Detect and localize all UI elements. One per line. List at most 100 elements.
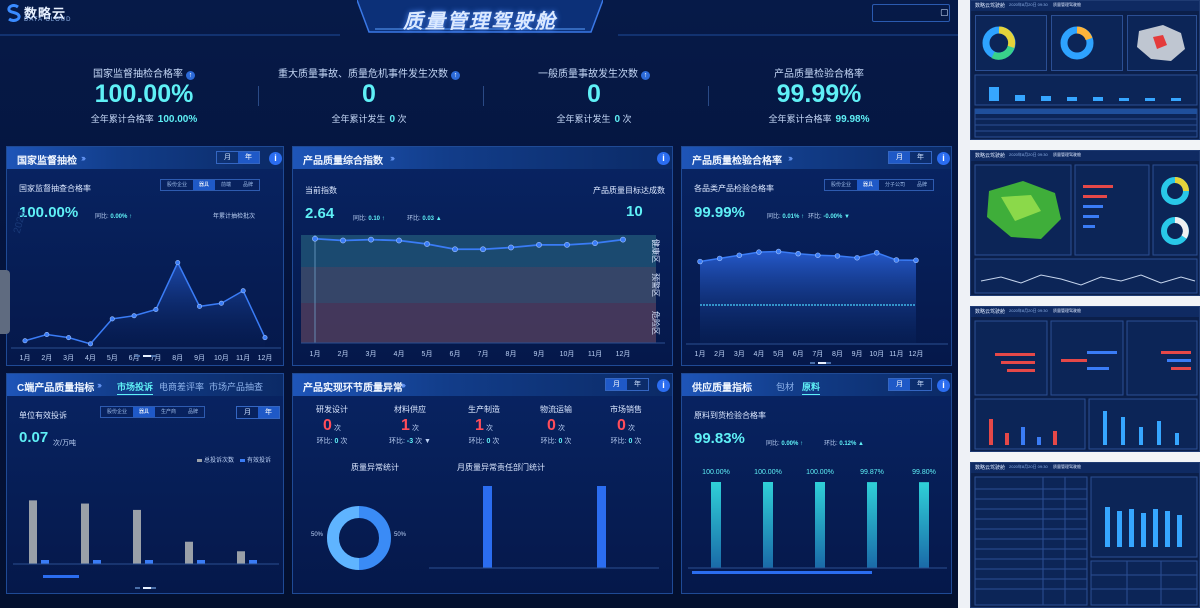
info-icon[interactable]: i (657, 152, 670, 165)
info-icon[interactable]: i (269, 152, 282, 165)
bar-value-label: 100.00% (806, 469, 834, 476)
segment-filter[interactable]: 股份企业 器具 生产商 品牌 (100, 406, 206, 418)
segment-filter[interactable]: 股份企业 器具 前端 品牌 (160, 179, 261, 191)
dept-value: 1次 (401, 417, 419, 434)
x-tick-label: 7月 (478, 350, 489, 358)
data-point (87, 341, 93, 347)
kpi-1-value: 100.00% (94, 80, 194, 108)
kpi-3-value: 0 (587, 80, 601, 108)
segment-item[interactable]: 品牌 (237, 180, 259, 190)
page-title: 质量管理驾驶舱 (403, 11, 557, 33)
data-point (592, 240, 598, 247)
x-tick-label: 8月 (506, 350, 517, 358)
tab-raw-material[interactable]: 原料 (802, 380, 821, 395)
toggle-year[interactable]: 年 (258, 407, 279, 418)
bar-valid (249, 560, 257, 564)
side-handle[interactable] (0, 270, 10, 334)
toggle-month[interactable]: 月 (237, 407, 258, 418)
tab-complaints[interactable]: 市场投诉 (117, 380, 154, 395)
info-icon[interactable]: i (657, 379, 670, 392)
info-icon[interactable]: i (937, 152, 950, 165)
x-tick-label: 10月 (560, 350, 575, 358)
month-year-toggle[interactable]: 月 年 (605, 378, 649, 391)
kpi-2-label: 重大质量事故、质量危机事件发生次数 ↑ (259, 65, 479, 80)
thumb-graphics (974, 320, 1198, 450)
segment-item[interactable]: 器具 (193, 180, 216, 190)
segment-item[interactable]: 前端 (215, 180, 237, 190)
bar-value-label: 99.87% (860, 469, 884, 476)
segment-item[interactable]: 器具 (133, 407, 156, 417)
segment-item[interactable]: 股份企业 (101, 407, 133, 417)
toggle-month[interactable]: 月 (889, 379, 910, 390)
month-year-toggle[interactable]: 月 年 (236, 406, 280, 419)
month-year-toggle[interactable]: 月 年 (888, 378, 932, 391)
donut-slice (327, 506, 360, 570)
toggle-year[interactable]: 年 (238, 152, 259, 163)
scrollbar (692, 571, 872, 574)
toggle-year[interactable]: 年 (627, 379, 648, 390)
square-icon[interactable]: ▢ (940, 7, 949, 18)
toggle-year[interactable]: 年 (910, 152, 931, 163)
thumb-graphics (974, 164, 1198, 294)
yoy-compare: 同比: 0.00% ↑ (766, 441, 804, 447)
segment-item[interactable]: 生产商 (155, 407, 182, 417)
dept-value: 1次 (475, 417, 493, 434)
month-year-toggle[interactable]: 月 年 (888, 151, 932, 164)
bar-valid (145, 560, 153, 564)
month-year-toggle[interactable]: 月 年 (216, 151, 260, 164)
thumbnail-2[interactable]: 数略云驾驶舱 2020年8月20日 09:30 质量管理驾驶舱 (970, 150, 1200, 296)
bar (919, 482, 929, 568)
dept-compare: 环比: 0 次 (468, 438, 500, 445)
segment-item[interactable]: 股份企业 (825, 180, 857, 190)
info-icon[interactable]: ↑ (186, 71, 195, 80)
tab-ecommerce[interactable]: 电商差评率 (159, 380, 204, 393)
thumbnail-column: 数略云驾驶舱 2020年8月20日 09:30 质量管理驾驶舱 数略云驾驶舱 2… (970, 0, 1200, 608)
segment-filter[interactable]: 股份企业 器具 分子公司 品牌 (824, 179, 935, 191)
dept-compare: 环比: 0 次 (540, 438, 572, 445)
data-point (22, 338, 28, 344)
dept-value: 0次 (547, 417, 565, 434)
panel-title: 产品质量综合指数 (303, 156, 383, 167)
data-point (716, 255, 723, 262)
tab-packaging[interactable]: 包材 (776, 380, 794, 393)
yoy-compare: 同比: 0.01% ↑ (767, 214, 805, 220)
chevrons-icon: ››› (97, 380, 102, 390)
bar-total (185, 541, 193, 564)
bar-total (133, 509, 141, 564)
x-tick-label: 3月 (734, 350, 745, 358)
thumbnail-1[interactable]: 数略云驾驶舱 2020年8月20日 09:30 质量管理驾驶舱 (970, 0, 1200, 140)
data-point (536, 241, 542, 248)
thumbnail-3[interactable]: 数略云驾驶舱 2020年8月20日 09:30 质量管理驾驶舱 (970, 306, 1200, 452)
dashboard-main: 数略云 DATA CLOUD 质量管理驾驶舱 ▢ 国家监督抽检合格率 ↑ 100.… (0, 0, 958, 608)
x-tick-label: 2月 (338, 350, 349, 358)
info-icon[interactable]: ↑ (451, 71, 460, 80)
toggle-month[interactable]: 月 (889, 152, 910, 163)
toggle-month[interactable]: 月 (606, 379, 627, 390)
data-point (368, 236, 374, 243)
segment-item[interactable]: 品牌 (182, 407, 204, 417)
info-icon[interactable]: ↑ (641, 71, 650, 80)
kpi-2-sub: 全年累计发生 0 次 (331, 114, 407, 125)
tab-market-check[interactable]: 市场产品抽查 (209, 380, 263, 393)
thumbnail-4[interactable]: 数略云驾驶舱 2020年8月20日 09:30 质量管理驾驶舱 (970, 462, 1200, 608)
pager-dot (135, 587, 140, 589)
info-icon[interactable]: i (937, 379, 950, 392)
watermark: 2023 (11, 210, 29, 235)
segment-item[interactable]: 品牌 (911, 180, 933, 190)
bar-value-label: 100.00% (702, 469, 730, 476)
dept-bar (597, 486, 606, 568)
segment-item[interactable]: 分子公司 (879, 180, 911, 190)
top-right-box[interactable] (872, 4, 950, 22)
toggle-year[interactable]: 年 (910, 379, 931, 390)
metric-value: 99.83% (694, 430, 745, 447)
segment-item[interactable]: 器具 (857, 180, 880, 190)
toggle-month[interactable]: 月 (217, 152, 238, 163)
zone-label: 健康区 (651, 239, 661, 263)
data-point (564, 241, 570, 248)
yoy-compare: 同比: 0.00% ↑ (95, 214, 133, 220)
segment-item[interactable]: 股份企业 (161, 180, 193, 190)
panel-title: 供应质量指标 (692, 383, 752, 394)
data-point (66, 335, 72, 341)
dept-name: 研发设计 (316, 405, 348, 414)
chevrons-icon: ››› (81, 153, 86, 163)
